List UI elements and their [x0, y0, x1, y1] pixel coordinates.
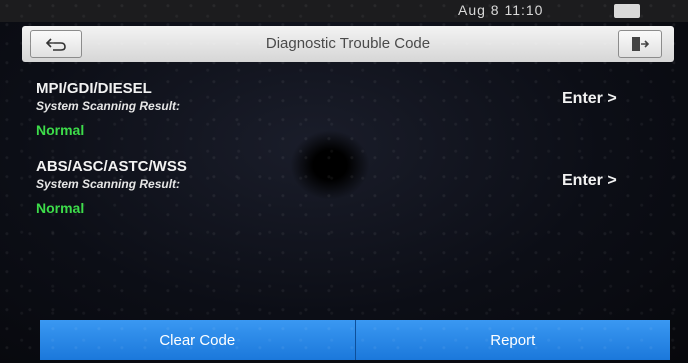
enter-button-mpi[interactable]: Enter > [562, 90, 617, 108]
status-bar: Aug 8 11:10 [0, 0, 688, 22]
scan-result-label: System Scanning Result: [36, 99, 181, 113]
page-title: Diagnostic Trouble Code [265, 35, 431, 52]
screen-smudge [290, 130, 370, 200]
enter-button-abs[interactable]: Enter > [562, 172, 617, 190]
bottom-action-bar: Clear Code Report [40, 320, 670, 360]
scan-result-label: System Scanning Result: [36, 177, 181, 191]
scan-result-value: Normal [36, 200, 85, 216]
exit-button[interactable] [618, 30, 662, 58]
status-text: Aug 8 11:10 [458, 2, 544, 18]
module-name: MPI/GDI/DIESEL [36, 80, 152, 97]
device-screen: Aug 8 11:10 Diagnostic Trouble Code MPI/… [0, 0, 688, 363]
exit-icon [632, 37, 650, 51]
clear-code-button[interactable]: Clear Code [40, 320, 356, 360]
module-abs-asc-astc-wss: ABS/ASC/ASTC/WSS System Scanning Result:… [36, 158, 187, 216]
title-bar: Diagnostic Trouble Code [22, 26, 674, 62]
report-button[interactable]: Report [355, 320, 670, 360]
module-name: ABS/ASC/ASTC/WSS [36, 158, 187, 175]
module-mpi-gdi-diesel: MPI/GDI/DIESEL System Scanning Result: N… [36, 80, 180, 138]
scan-result-value: Normal [36, 122, 85, 138]
battery-icon [614, 4, 640, 18]
